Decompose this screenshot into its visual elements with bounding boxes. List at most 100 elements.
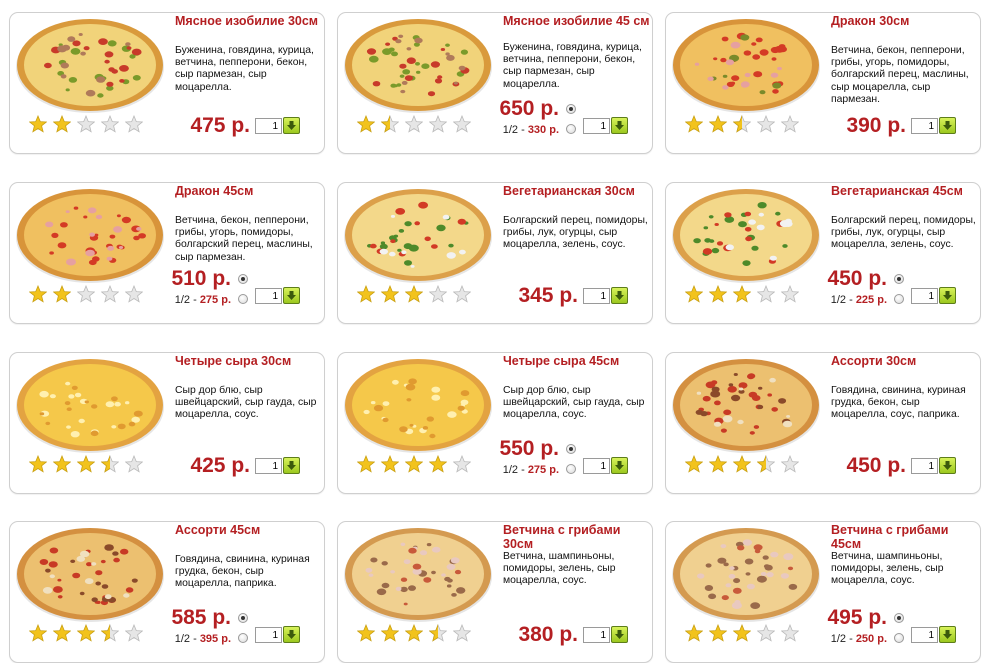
star-icon[interactable] [733, 624, 751, 642]
product-title[interactable]: Ветчина с грибами 45см [831, 523, 981, 551]
star-icon[interactable] [77, 115, 95, 133]
star-icon[interactable] [733, 115, 751, 133]
pizza-image[interactable] [15, 355, 165, 455]
star-icon[interactable] [357, 455, 375, 473]
rating-stars[interactable] [29, 115, 149, 137]
pizza-image[interactable] [15, 185, 165, 285]
star-icon[interactable] [757, 455, 775, 473]
size-full-radio[interactable] [238, 613, 248, 623]
quantity-input[interactable] [255, 118, 282, 134]
pizza-image[interactable] [15, 15, 165, 115]
product-title[interactable]: Вегетарианская 30см [503, 184, 653, 198]
quantity-input[interactable] [583, 288, 610, 304]
add-to-cart-button[interactable] [939, 457, 956, 474]
star-icon[interactable] [53, 455, 71, 473]
star-icon[interactable] [53, 285, 71, 303]
rating-stars[interactable] [29, 285, 149, 307]
star-icon[interactable] [29, 115, 47, 133]
quantity-input[interactable] [911, 458, 938, 474]
product-title[interactable]: Ветчина с грибами 30см [503, 523, 653, 551]
product-title[interactable]: Ассорти 30см [831, 354, 981, 368]
pizza-image[interactable] [671, 355, 821, 455]
quantity-input[interactable] [911, 627, 938, 643]
quantity-input[interactable] [255, 627, 282, 643]
star-icon[interactable] [781, 285, 799, 303]
pizza-image[interactable] [343, 185, 493, 285]
star-icon[interactable] [357, 285, 375, 303]
star-icon[interactable] [357, 624, 375, 642]
star-icon[interactable] [685, 285, 703, 303]
size-full-radio[interactable] [894, 613, 904, 623]
rating-stars[interactable] [685, 285, 805, 307]
add-to-cart-button[interactable] [939, 287, 956, 304]
star-icon[interactable] [405, 455, 423, 473]
star-icon[interactable] [357, 115, 375, 133]
product-title[interactable]: Мясное изобилие 30см [175, 14, 325, 28]
product-title[interactable]: Мясное изобилие 45 см [503, 14, 653, 28]
star-icon[interactable] [453, 624, 471, 642]
star-icon[interactable] [709, 285, 727, 303]
size-half-radio[interactable] [566, 124, 576, 134]
star-icon[interactable] [709, 115, 727, 133]
product-title[interactable]: Вегетарианская 45см [831, 184, 981, 198]
star-icon[interactable] [77, 624, 95, 642]
star-icon[interactable] [685, 115, 703, 133]
star-icon[interactable] [733, 285, 751, 303]
star-icon[interactable] [733, 455, 751, 473]
star-icon[interactable] [101, 115, 119, 133]
star-icon[interactable] [29, 624, 47, 642]
rating-stars[interactable] [29, 455, 149, 477]
rating-stars[interactable] [29, 624, 149, 646]
rating-stars[interactable] [357, 115, 477, 137]
star-icon[interactable] [781, 624, 799, 642]
quantity-input[interactable] [911, 288, 938, 304]
size-full-radio[interactable] [894, 274, 904, 284]
add-to-cart-button[interactable] [611, 117, 628, 134]
star-icon[interactable] [429, 115, 447, 133]
product-title[interactable]: Дракон 30см [831, 14, 981, 28]
rating-stars[interactable] [357, 285, 477, 307]
rating-stars[interactable] [357, 455, 477, 477]
size-half-radio[interactable] [566, 464, 576, 474]
star-icon[interactable] [29, 455, 47, 473]
add-to-cart-button[interactable] [283, 626, 300, 643]
quantity-input[interactable] [911, 118, 938, 134]
quantity-input[interactable] [255, 458, 282, 474]
product-title[interactable]: Четыре сыра 30см [175, 354, 325, 368]
pizza-image[interactable] [671, 524, 821, 624]
rating-stars[interactable] [685, 455, 805, 477]
star-icon[interactable] [53, 624, 71, 642]
star-icon[interactable] [77, 455, 95, 473]
star-icon[interactable] [453, 455, 471, 473]
size-full-radio[interactable] [566, 444, 576, 454]
add-to-cart-button[interactable] [611, 626, 628, 643]
add-to-cart-button[interactable] [611, 457, 628, 474]
rating-stars[interactable] [685, 115, 805, 137]
rating-stars[interactable] [357, 624, 477, 646]
quantity-input[interactable] [583, 458, 610, 474]
star-icon[interactable] [101, 285, 119, 303]
pizza-image[interactable] [343, 15, 493, 115]
star-icon[interactable] [381, 624, 399, 642]
add-to-cart-button[interactable] [283, 457, 300, 474]
star-icon[interactable] [77, 285, 95, 303]
size-half-radio[interactable] [894, 294, 904, 304]
star-icon[interactable] [125, 624, 143, 642]
star-icon[interactable] [781, 455, 799, 473]
star-icon[interactable] [405, 285, 423, 303]
add-to-cart-button[interactable] [939, 117, 956, 134]
star-icon[interactable] [453, 115, 471, 133]
pizza-image[interactable] [343, 524, 493, 624]
star-icon[interactable] [757, 115, 775, 133]
star-icon[interactable] [125, 115, 143, 133]
star-icon[interactable] [453, 285, 471, 303]
star-icon[interactable] [101, 455, 119, 473]
product-title[interactable]: Четыре сыра 45см [503, 354, 653, 368]
quantity-input[interactable] [583, 627, 610, 643]
star-icon[interactable] [429, 455, 447, 473]
star-icon[interactable] [757, 285, 775, 303]
star-icon[interactable] [125, 455, 143, 473]
star-icon[interactable] [125, 285, 143, 303]
size-half-radio[interactable] [238, 294, 248, 304]
star-icon[interactable] [781, 115, 799, 133]
